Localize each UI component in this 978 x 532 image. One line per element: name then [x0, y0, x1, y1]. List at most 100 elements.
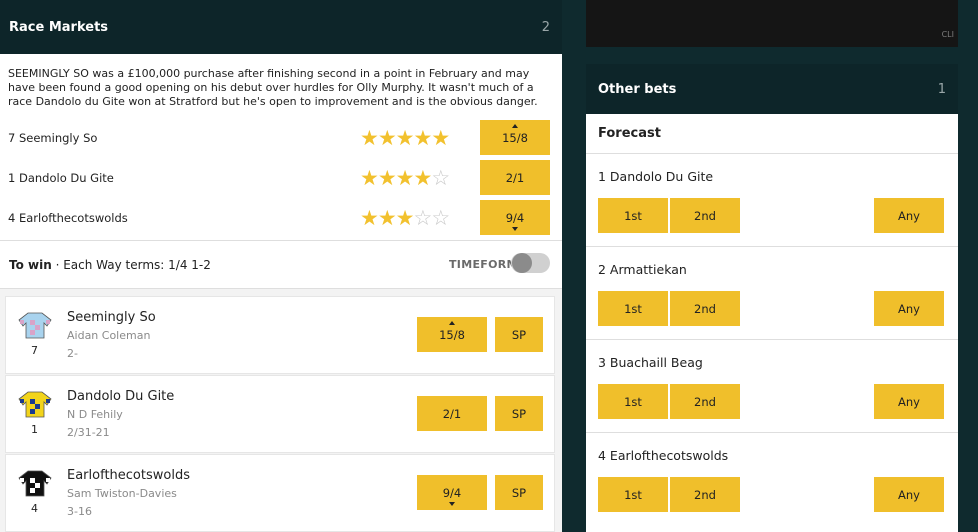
button-label: 1st: [624, 208, 642, 223]
odds-label: 9/4: [505, 210, 525, 225]
race-markets-title: Race Markets: [9, 19, 109, 35]
forecast-any-button[interactable]: Any: [874, 291, 944, 326]
button-label: 2nd: [694, 208, 716, 223]
button-label: Any: [898, 208, 920, 223]
race-markets-panel: Race Markets 2 SEEMINGLY SO was a £100,0…: [0, 0, 562, 532]
jockey-silk-icon: [18, 469, 52, 497]
to-win-label: To win: [9, 258, 52, 272]
forecast-runner-name: 1 Dandolo Du Gite: [598, 169, 714, 184]
runner-card: 4 Earlofthecotswolds Sam Twiston-Davies …: [5, 454, 555, 532]
button-label: 2nd: [694, 301, 716, 316]
star-filled-icon: ★: [413, 126, 432, 150]
tip-row: 7 Seemingly So ★★★★★ 15/8: [0, 120, 562, 160]
toggle-knob: [512, 253, 532, 273]
race-markets-header: Race Markets 2: [0, 0, 562, 54]
price-up-arrow-icon: [449, 321, 455, 325]
runner-form: 3-16: [67, 505, 92, 518]
runner-price-button[interactable]: 15/8: [417, 317, 487, 352]
runner-form: 2-: [67, 347, 78, 360]
runner-name[interactable]: Dandolo Du Gite: [67, 389, 174, 404]
runner-sp-button[interactable]: SP: [495, 475, 543, 510]
runner-card: 7 Seemingly So Aidan Coleman 2- 15/8 SP: [5, 296, 555, 374]
runner-card: 1 Dandolo Du Gite N D Fehily 2/31-21 2/1…: [5, 375, 555, 453]
forecast-1st-button[interactable]: 1st: [598, 198, 668, 233]
jockey-name: Sam Twiston-Davies: [67, 487, 177, 500]
price-down-arrow-icon: [512, 227, 518, 231]
forecast-2nd-button[interactable]: 2nd: [670, 477, 740, 512]
verdict-text: SEEMINGLY SO was a £100,000 purchase aft…: [8, 67, 538, 108]
odds-label: 9/4: [442, 485, 462, 500]
price-up-arrow-icon: [512, 124, 518, 128]
tip-runner-name: 4 Earlofthecotswolds: [8, 211, 128, 225]
runner-form: 2/31-21: [67, 426, 110, 439]
each-way-terms: · Each Way terms: 1/4 1-2: [51, 258, 211, 272]
star-empty-icon: ☆: [431, 166, 450, 190]
button-label: Any: [898, 394, 920, 409]
odds-label: 2/1: [505, 170, 525, 185]
star-filled-icon: ★: [431, 126, 450, 150]
forecast-1st-button[interactable]: 1st: [598, 291, 668, 326]
star-filled-icon: ★: [377, 166, 397, 190]
tip-runner-name: 7 Seemingly So: [8, 131, 98, 145]
forecast-runner-name: 2 Armattiekan: [598, 262, 687, 277]
star-rating: ★★★★☆: [360, 166, 450, 190]
runner-sp-button[interactable]: SP: [495, 317, 543, 352]
button-label: 1st: [624, 394, 642, 409]
other-bets-count: 1: [937, 81, 946, 97]
forecast-title: Forecast: [598, 126, 661, 141]
runner-price-button[interactable]: 2/1: [417, 396, 487, 431]
runner-number: 7: [31, 344, 38, 357]
forecast-2nd-button[interactable]: 2nd: [670, 198, 740, 233]
jockey-silk-icon: [18, 311, 52, 339]
jockey-name: Aidan Coleman: [67, 329, 151, 342]
forecast-entry: 4 Earlofthecotswolds 1st 2nd Any: [586, 432, 958, 525]
button-label: 1st: [624, 487, 642, 502]
runner-name[interactable]: Seemingly So: [67, 310, 156, 325]
odds-label: 15/8: [502, 130, 528, 145]
other-bets-title: Other bets: [598, 81, 677, 97]
star-filled-icon: ★: [395, 166, 415, 190]
forecast-entry: 3 Buachaill Beag 1st 2nd Any: [586, 339, 958, 432]
button-label: Any: [898, 487, 920, 502]
star-rating: ★★★★★: [360, 126, 450, 150]
button-label: 2nd: [694, 394, 716, 409]
price-down-arrow-icon: [449, 502, 455, 506]
star-filled-icon: ★: [377, 126, 397, 150]
star-filled-icon: ★: [360, 126, 379, 150]
tip-row: 1 Dandolo Du Gite ★★★★☆ 2/1: [0, 160, 562, 200]
to-win-row: To win · Each Way terms: 1/4 1-2 TIMEFOR…: [0, 241, 562, 289]
forecast-any-button[interactable]: Any: [874, 477, 944, 512]
video-player[interactable]: CLI: [586, 0, 958, 47]
odds-label: 15/8: [439, 327, 465, 342]
tip-odds-button[interactable]: 9/4: [480, 200, 550, 235]
runner-sp-button[interactable]: SP: [495, 396, 543, 431]
forecast-1st-button[interactable]: 1st: [598, 384, 668, 419]
odds-label: 2/1: [442, 406, 462, 421]
forecast-2nd-button[interactable]: 2nd: [670, 291, 740, 326]
jockey-silk-icon: [18, 390, 52, 418]
forecast-2nd-button[interactable]: 2nd: [670, 384, 740, 419]
forecast-1st-button[interactable]: 1st: [598, 477, 668, 512]
star-rating: ★★★☆☆: [360, 206, 450, 230]
forecast-runner-name: 4 Earlofthecotswolds: [598, 448, 729, 463]
forecast-entry: 2 Armattiekan 1st 2nd Any: [586, 246, 958, 339]
sp-label: SP: [511, 406, 527, 421]
star-filled-icon: ★: [360, 206, 379, 230]
forecast-any-button[interactable]: Any: [874, 384, 944, 419]
star-empty-icon: ☆: [413, 206, 432, 230]
tip-odds-button[interactable]: 2/1: [480, 160, 550, 195]
star-filled-icon: ★: [360, 166, 379, 190]
runner-name[interactable]: Earlofthecotswolds: [67, 468, 190, 483]
timeform-logo: TIMEFORM: [449, 258, 518, 271]
runner-price-button[interactable]: 9/4: [417, 475, 487, 510]
tip-odds-button[interactable]: 15/8: [480, 120, 550, 155]
timeform-toggle[interactable]: [511, 253, 550, 273]
forecast-any-button[interactable]: Any: [874, 198, 944, 233]
jockey-name: N D Fehily: [67, 408, 123, 421]
runner-number: 1: [31, 423, 38, 436]
star-filled-icon: ★: [413, 166, 432, 190]
tip-runner-name: 1 Dandolo Du Gite: [8, 171, 114, 185]
forecast-runner-name: 3 Buachaill Beag: [598, 355, 703, 370]
star-filled-icon: ★: [395, 206, 415, 230]
video-badge: CLI: [941, 30, 954, 39]
